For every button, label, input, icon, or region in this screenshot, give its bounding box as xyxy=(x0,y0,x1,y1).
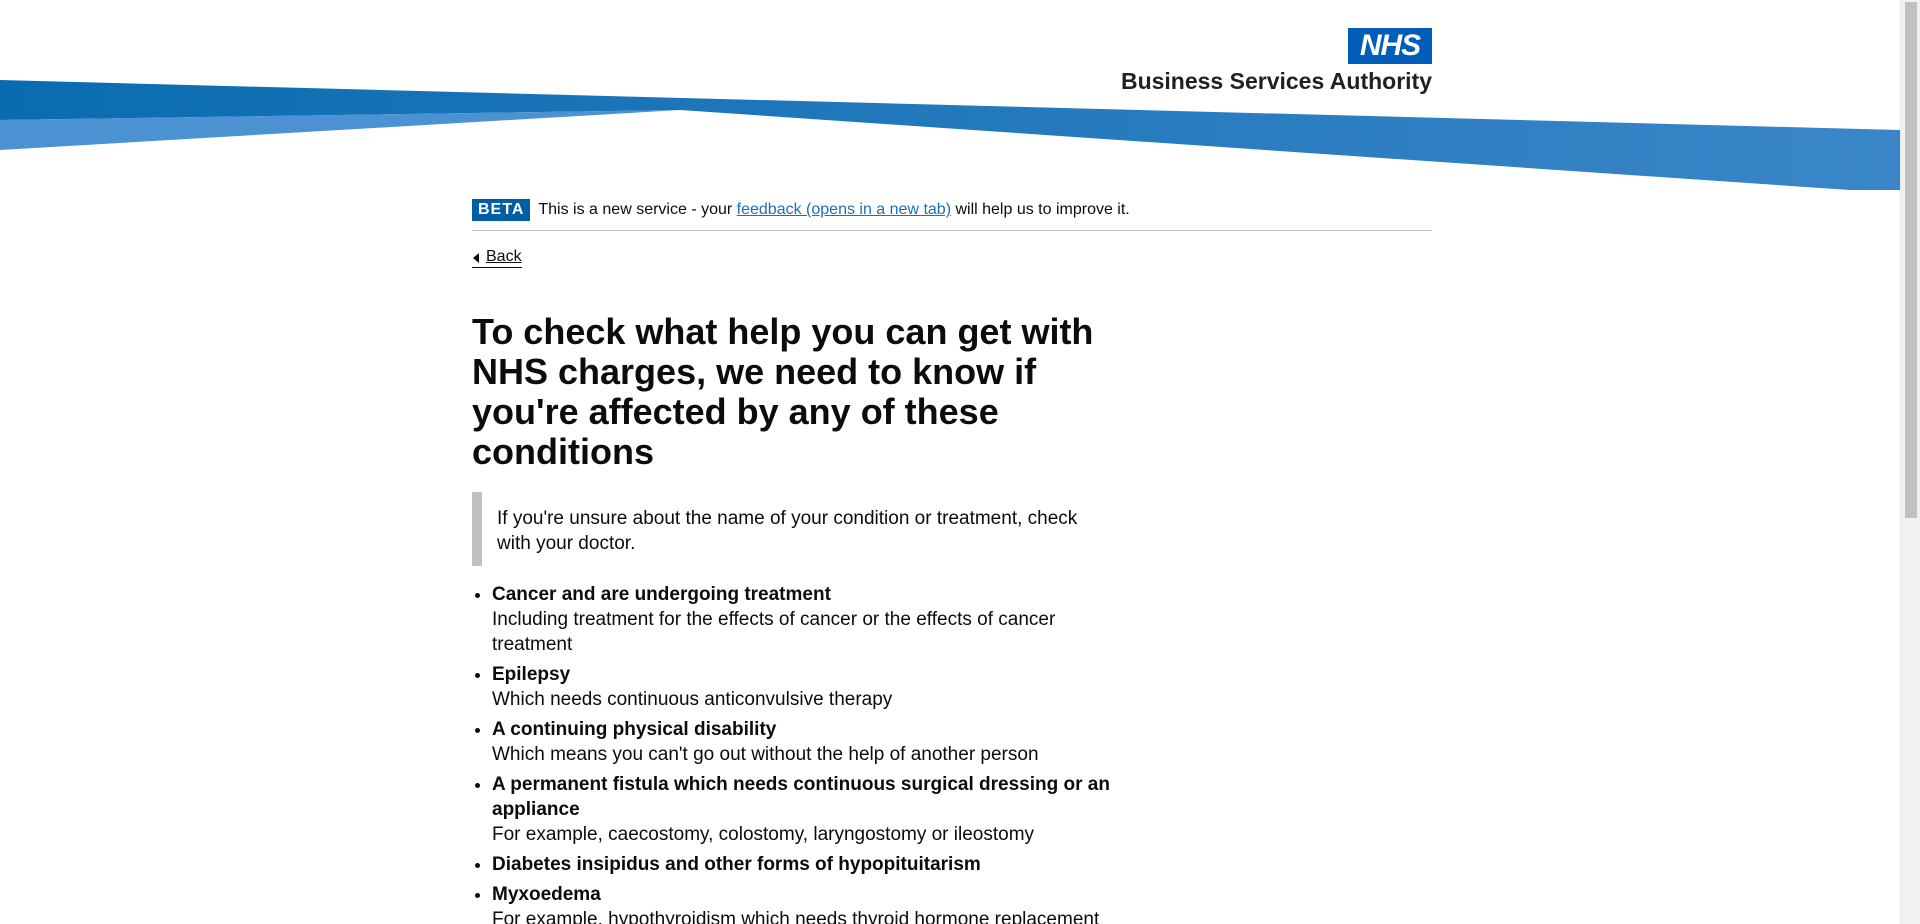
scrollbar-thumb[interactable] xyxy=(1905,2,1917,518)
condition-description: Which needs continuous anticonvulsive th… xyxy=(492,689,893,710)
list-item: A continuing physical disability Which m… xyxy=(492,717,1112,767)
list-item: Myxoedema For example, hypothyroidism wh… xyxy=(492,882,1112,924)
nhs-bsa-logo[interactable]: NHS Business Services Authority xyxy=(1121,28,1432,98)
site-header: NHS Business Services Authority xyxy=(0,0,1900,200)
beta-message: This is a new service - your feedback (o… xyxy=(538,201,1129,219)
condition-description: For example, caecostomy, colostomy, lary… xyxy=(492,824,1035,845)
beta-tag: BETA xyxy=(472,199,531,221)
back-arrow-icon xyxy=(473,253,479,263)
page-title: To check what help you can get with NHS … xyxy=(472,311,1094,472)
nhs-logo: NHS xyxy=(1348,28,1432,64)
condition-description: For example, hypothyroidism which needs … xyxy=(492,909,1100,924)
list-item: A permanent fistula which needs continuo… xyxy=(492,772,1112,847)
condition-description: Including treatment for the effects of c… xyxy=(492,609,1056,655)
beta-text-before: This is a new service - your xyxy=(538,201,737,218)
feedback-link[interactable]: feedback (opens in a new tab) xyxy=(737,201,951,218)
beta-text-after: will help us to improve it. xyxy=(951,201,1130,218)
back-link-label: Back xyxy=(486,248,522,265)
header-swoosh xyxy=(0,80,1900,190)
condition-title: Epilepsy xyxy=(492,664,571,685)
condition-title: A continuing physical disability xyxy=(492,719,777,740)
inset-text: If you're unsure about the name of your … xyxy=(472,492,1112,566)
condition-title: Myxoedema xyxy=(492,884,601,905)
org-name: Business Services Authority xyxy=(1120,68,1432,94)
list-item: Epilepsy Which needs continuous anticonv… xyxy=(492,662,1112,712)
condition-title: Cancer and are undergoing treatment xyxy=(492,584,831,605)
vertical-scrollbar[interactable] xyxy=(1900,0,1920,924)
list-item: Diabetes insipidus and other forms of hy… xyxy=(492,852,1112,877)
list-item: Cancer and are undergoing treatment Incl… xyxy=(492,582,1112,657)
phase-banner: BETA This is a new service - your feedba… xyxy=(472,198,1432,222)
conditions-list: Cancer and are undergoing treatment Incl… xyxy=(472,582,1112,924)
divider xyxy=(472,230,1432,231)
condition-title: A permanent fistula which needs continuo… xyxy=(492,774,1110,820)
condition-title: Diabetes insipidus and other forms of hy… xyxy=(492,854,981,875)
condition-description: Which means you can't go out without the… xyxy=(492,744,1039,765)
back-link[interactable]: Back xyxy=(472,247,522,268)
main-content: BETA This is a new service - your feedba… xyxy=(472,198,1432,924)
